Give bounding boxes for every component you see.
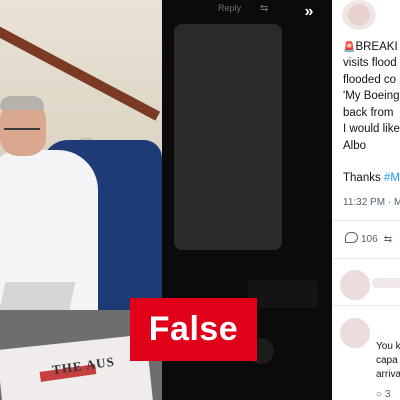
tweet-text-line: 🚨BREAKI [343, 40, 398, 55]
tweet-line-6: Albo [343, 140, 367, 152]
obscured-element [248, 280, 318, 308]
blurred-username [372, 278, 400, 288]
siren-icon: 🚨 [343, 42, 356, 53]
repost-icon[interactable]: ⇆ [384, 234, 392, 245]
tweet-line-0: BREAKI [355, 41, 398, 53]
reply-label[interactable]: Reply [218, 3, 241, 13]
hashtag-link[interactable]: #M [384, 172, 400, 184]
blurred-avatar [348, 4, 370, 26]
reply-avatar[interactable] [340, 270, 370, 300]
reply-stat: ○ 3 [376, 389, 391, 400]
divider [332, 305, 400, 306]
divider [332, 258, 400, 259]
avatar[interactable] [342, 0, 376, 30]
reply-avatar[interactable] [340, 318, 370, 348]
double-chevron-right-icon[interactable]: » [294, 0, 324, 24]
repost-icon[interactable]: ⇆ [260, 3, 268, 14]
reply-text-line: capa [376, 355, 398, 366]
reply-text-line: arriva [376, 369, 400, 380]
reply-stat-count: 3 [384, 389, 391, 400]
obscured-card [174, 24, 282, 250]
tweet-line-1: visits flood [343, 57, 397, 69]
tweet-line-3: 'My Boeing [343, 90, 400, 102]
person-glasses [4, 128, 40, 136]
person-hair [0, 96, 44, 110]
thanks-text: Thanks [343, 172, 384, 184]
tweet-panel: 🚨BREAKI visits flood flooded co 'My Boei… [332, 0, 400, 400]
tweet-line-5: I would like [343, 123, 400, 135]
fact-check-verdict: False [130, 298, 257, 361]
reply-count: 106 [361, 234, 378, 245]
tweet-line-4: back from [343, 107, 394, 119]
reply-icon[interactable] [345, 232, 358, 243]
reply-text-line: You k [376, 341, 400, 352]
tweet-timestamp[interactable]: 11:32 PM · M [343, 197, 400, 208]
tweet-line-2: flooded co [343, 74, 397, 86]
tweet-thanks-line: Thanks #M [343, 171, 400, 185]
divider [332, 220, 400, 221]
tweet-stats: 106 ⇆ [345, 232, 392, 245]
